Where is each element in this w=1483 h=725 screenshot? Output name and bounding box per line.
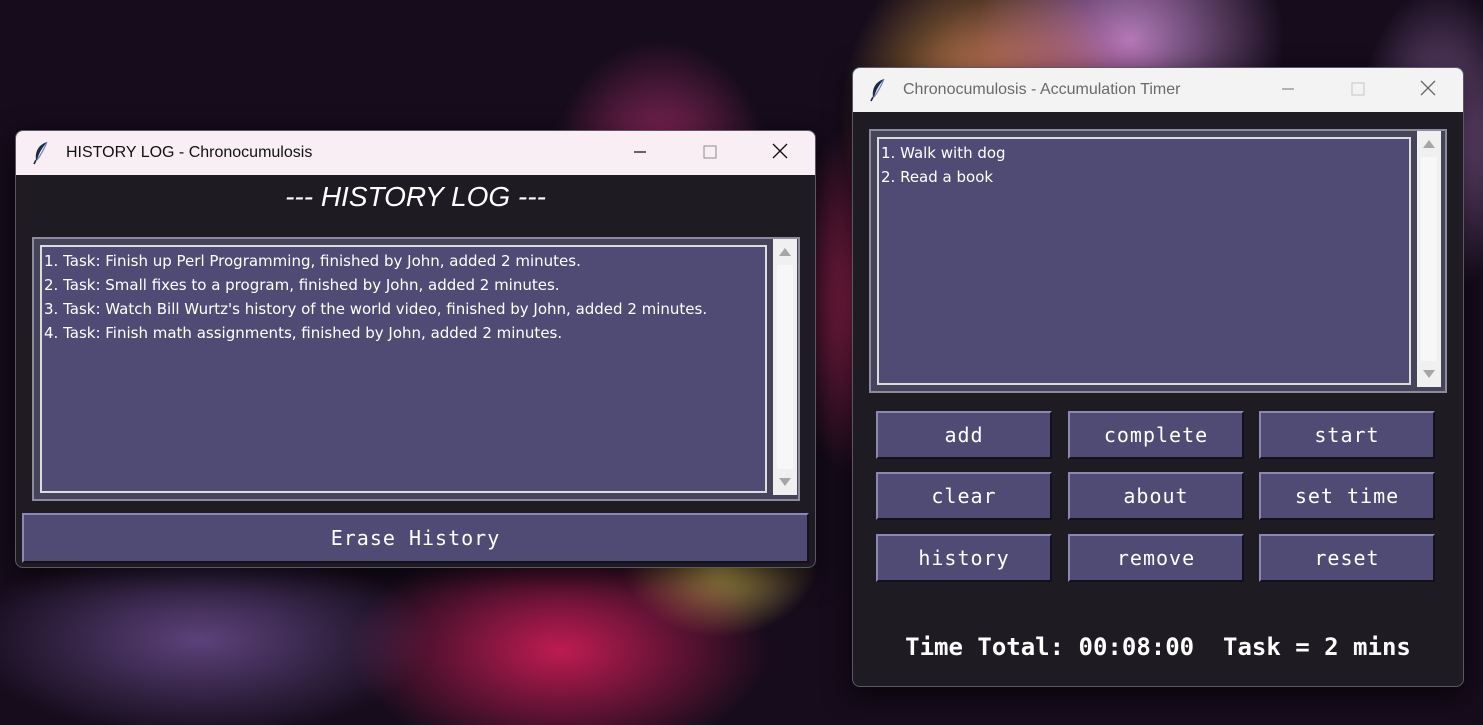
timer-titlebar[interactable]: Chronocumulosis - Accumulation Timer bbox=[853, 68, 1463, 112]
feather-icon bbox=[32, 141, 54, 165]
complete-button[interactable]: complete bbox=[1068, 411, 1244, 459]
minimize-button[interactable] bbox=[1253, 68, 1323, 112]
maximize-button[interactable] bbox=[1323, 68, 1393, 112]
history-log-window: HISTORY LOG - Chronocumulosis --- HISTOR… bbox=[15, 130, 816, 568]
close-button[interactable] bbox=[745, 131, 815, 175]
close-icon bbox=[772, 143, 788, 163]
time-total-label: Time Total: 00:08:00 Task = 2 mins bbox=[905, 633, 1411, 661]
add-button[interactable]: add bbox=[876, 411, 1052, 459]
set-time-button[interactable]: set time bbox=[1259, 472, 1435, 520]
timer-window-title: Chronocumulosis - Accumulation Timer bbox=[903, 81, 1181, 98]
maximize-icon bbox=[703, 144, 717, 163]
remove-button[interactable]: remove bbox=[1068, 534, 1244, 582]
scroll-thumb[interactable] bbox=[777, 265, 793, 469]
list-item[interactable]: 4. Task: Finish math assignments, finish… bbox=[44, 321, 763, 345]
maximize-icon bbox=[1351, 81, 1365, 100]
history-button[interactable]: history bbox=[876, 534, 1052, 582]
erase-history-button[interactable]: Erase History bbox=[22, 513, 809, 563]
task-listbox[interactable]: 1. Walk with dog 2. Read a book bbox=[877, 137, 1411, 385]
scroll-down-icon[interactable] bbox=[1417, 363, 1441, 385]
task-scrollbar[interactable] bbox=[1417, 131, 1441, 387]
minimize-button[interactable] bbox=[605, 131, 675, 175]
list-item[interactable]: 3. Task: Watch Bill Wurtz's history of t… bbox=[44, 297, 763, 321]
close-button[interactable] bbox=[1393, 68, 1463, 112]
clear-button[interactable]: clear bbox=[876, 472, 1052, 520]
close-icon bbox=[1420, 80, 1436, 100]
scroll-thumb[interactable] bbox=[1421, 157, 1437, 361]
history-heading: --- HISTORY LOG --- bbox=[285, 181, 546, 212]
about-button[interactable]: about bbox=[1068, 472, 1244, 520]
history-scrollbar[interactable] bbox=[773, 239, 797, 495]
list-item[interactable]: 2. Read a book bbox=[881, 165, 1407, 189]
maximize-button[interactable] bbox=[675, 131, 745, 175]
list-item[interactable]: 1. Task: Finish up Perl Programming, fin… bbox=[44, 249, 763, 273]
timer-window: Chronocumulosis - Accumulation Timer 1. … bbox=[852, 67, 1464, 687]
feather-icon bbox=[869, 78, 891, 102]
list-item[interactable]: 2. Task: Small fixes to a program, finis… bbox=[44, 273, 763, 297]
start-button[interactable]: start bbox=[1259, 411, 1435, 459]
minimize-icon bbox=[633, 144, 647, 163]
minimize-icon bbox=[1281, 81, 1295, 100]
scroll-up-icon[interactable] bbox=[773, 241, 797, 263]
history-window-title: HISTORY LOG - Chronocumulosis bbox=[66, 144, 313, 161]
list-item[interactable]: 1. Walk with dog bbox=[881, 141, 1407, 165]
scroll-down-icon[interactable] bbox=[773, 471, 797, 493]
history-listbox[interactable]: 1. Task: Finish up Perl Programming, fin… bbox=[40, 245, 767, 493]
scroll-up-icon[interactable] bbox=[1417, 133, 1441, 155]
history-titlebar[interactable]: HISTORY LOG - Chronocumulosis bbox=[16, 131, 815, 175]
reset-button[interactable]: reset bbox=[1259, 534, 1435, 582]
